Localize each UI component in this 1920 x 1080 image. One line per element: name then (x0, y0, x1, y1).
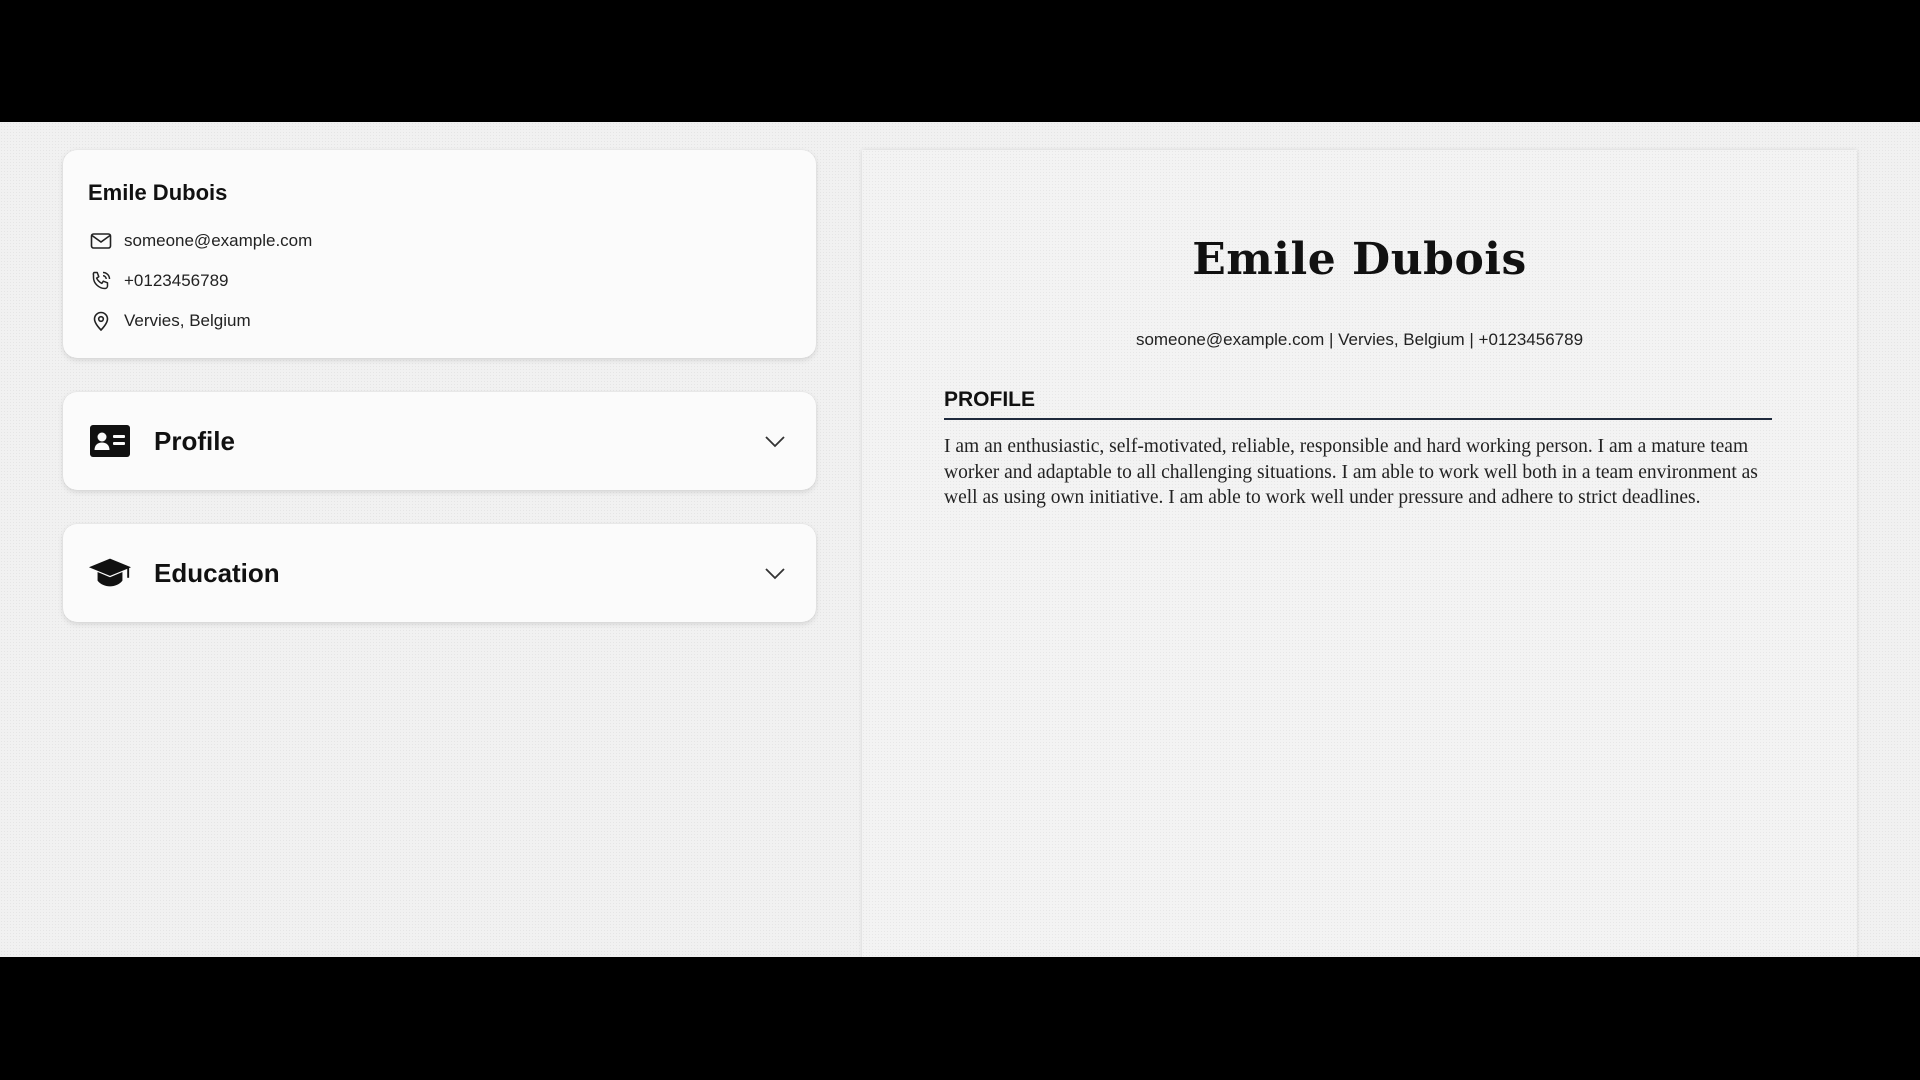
envelope-icon (88, 228, 114, 254)
cv-name: Emile Dubois (1192, 234, 1527, 285)
contact-phone: +0123456789 (124, 271, 229, 290)
letterbox-top (0, 0, 1920, 122)
section-education-accordion[interactable]: Education (63, 524, 816, 622)
contact-location: Vervies, Belgium (124, 311, 251, 330)
contact-location-row: Vervies, Belgium (88, 301, 791, 341)
contact-email-row: someone@example.com (88, 221, 791, 261)
contact-phone-row: +0123456789 (88, 261, 791, 301)
cv-profile-text: I am an enthusiastic, self-motivated, re… (944, 436, 1758, 508)
contact-email: someone@example.com (124, 231, 313, 250)
section-education-title: Education (154, 557, 280, 588)
section-profile-accordion[interactable]: Profile (63, 392, 816, 490)
section-profile-title: Profile (154, 425, 235, 456)
contact-card[interactable]: Emile Dubois someone@example.com +012345… (63, 150, 816, 358)
id-card-icon (88, 419, 132, 463)
resume-builder-app: Emile Dubois someone@example.com +012345… (0, 122, 1920, 957)
contact-name: Emile Dubois (88, 180, 228, 205)
map-pin-icon (88, 308, 114, 334)
chevron-down-icon[interactable] (762, 428, 788, 454)
graduation-cap-icon (88, 551, 132, 595)
cv-profile-heading: PROFILE (944, 388, 1772, 420)
phone-icon (88, 268, 114, 294)
resume-preview: Emile Dubois someone@example.com | Vervi… (862, 150, 1857, 957)
chevron-down-icon[interactable] (762, 560, 788, 586)
cv-contact-line: someone@example.com | Vervies, Belgium |… (1135, 330, 1584, 349)
letterbox-bottom (0, 957, 1920, 1080)
